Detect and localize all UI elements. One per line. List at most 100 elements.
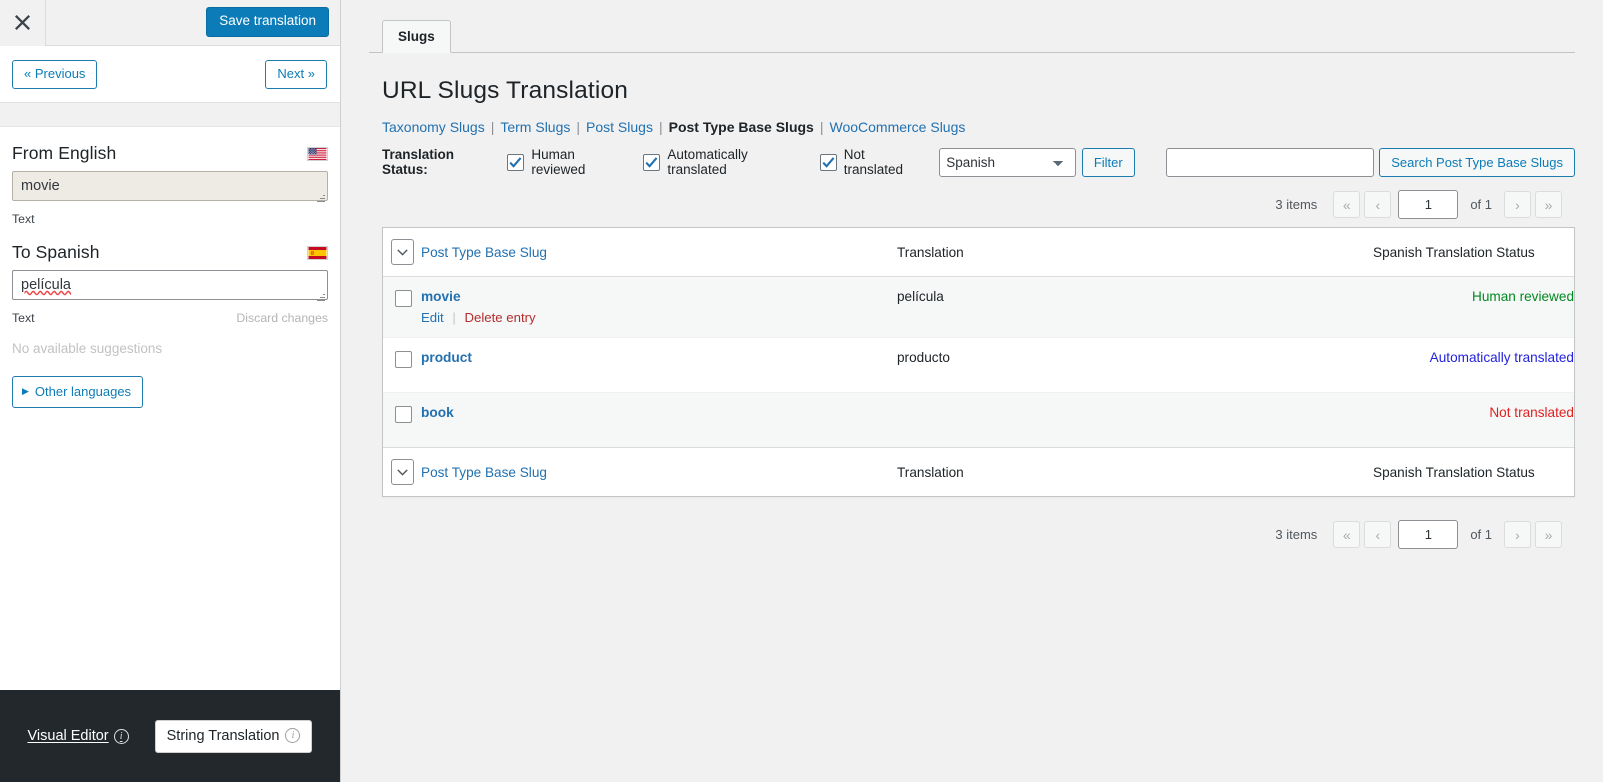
- source-meta-row: Text: [12, 212, 328, 226]
- save-translation-button[interactable]: Save translation: [206, 7, 329, 37]
- current-page-input[interactable]: [1398, 190, 1459, 219]
- info-circle-icon[interactable]: i: [285, 728, 301, 743]
- checkbox-not-translated[interactable]: Not translated: [819, 147, 924, 177]
- subnav-item-post-slugs[interactable]: Post Slugs: [586, 119, 653, 135]
- row-status-cell: Not translated: [1373, 392, 1574, 448]
- row-translation-cell: producto: [897, 337, 1373, 393]
- column-header-status: Spanish Translation Status: [1373, 228, 1574, 277]
- checkmark-icon[interactable]: [643, 153, 661, 171]
- target-type-label: Text: [12, 311, 35, 325]
- sidebar-nav: « Previous Next »: [0, 46, 340, 103]
- table-row: movie Edit | Delete entry película Human…: [383, 276, 1574, 338]
- es-flag-icon: [307, 245, 328, 260]
- table-footer-row: Post Type Base Slug Translation Spanish …: [383, 447, 1574, 496]
- translation-sidebar: Save translation « Previous Next » From …: [0, 0, 341, 782]
- subnav-separator: |: [819, 119, 824, 135]
- subnav-separator: |: [576, 119, 581, 135]
- visual-editor-label: Visual Editor: [27, 728, 109, 744]
- column-footer-translation: Translation: [897, 447, 1373, 496]
- checkmark-icon[interactable]: [819, 153, 837, 171]
- first-page-button[interactable]: «: [1333, 191, 1361, 218]
- search-post-type-base-slugs-button[interactable]: Search Post Type Base Slugs: [1379, 147, 1575, 177]
- previous-page-button[interactable]: ‹: [1364, 521, 1392, 548]
- row-select-cell: [383, 276, 421, 338]
- us-flag-icon: [307, 146, 328, 161]
- filter-button[interactable]: Filter: [1081, 147, 1135, 177]
- subnav-item-taxonomy-slugs[interactable]: Taxonomy Slugs: [382, 119, 485, 135]
- row-status-cell: Human reviewed: [1373, 276, 1574, 338]
- row-select-cell: [383, 392, 421, 448]
- no-suggestions-text: No available suggestions: [12, 341, 163, 356]
- sidebar-topbar: Save translation: [0, 0, 340, 46]
- string-translation-button[interactable]: String Translation i: [154, 719, 313, 753]
- visual-editor-link[interactable]: Visual Editor i: [28, 728, 129, 744]
- current-page-input[interactable]: [1398, 520, 1459, 549]
- delete-entry-link[interactable]: Delete entry: [465, 310, 536, 325]
- row-slug-cell: book: [421, 392, 897, 448]
- app-root: Save translation « Previous Next » From …: [0, 0, 1603, 782]
- row-slug-cell: product: [421, 337, 897, 393]
- discard-changes-link[interactable]: Discard changes: [236, 311, 328, 325]
- column-header-slug-link[interactable]: Post Type Base Slug: [421, 245, 547, 260]
- subnav-item-term-slugs[interactable]: Term Slugs: [500, 119, 570, 135]
- close-icon[interactable]: [0, 0, 46, 46]
- items-count-label: 3 items: [1275, 527, 1318, 542]
- row-select-cell: [383, 337, 421, 393]
- source-text-input[interactable]: [12, 171, 328, 201]
- chevron-down-icon[interactable]: [391, 459, 414, 485]
- row-status-cell: Automatically translated: [1373, 337, 1574, 393]
- source-type-label: Text: [12, 212, 35, 226]
- tab-slugs[interactable]: Slugs: [382, 20, 451, 53]
- page-title: URL Slugs Translation: [382, 77, 628, 104]
- other-languages-toggle[interactable]: ▶ Other languages: [12, 376, 144, 408]
- subnav-separator: |: [490, 119, 495, 135]
- target-text-input[interactable]: [12, 270, 328, 300]
- checkbox-not-translated-label: Not translated: [843, 147, 903, 177]
- column-footer-status: Spanish Translation Status: [1373, 447, 1574, 496]
- last-page-button[interactable]: »: [1535, 191, 1562, 218]
- target-language-header: To Spanish: [12, 226, 328, 270]
- slugs-table: Post Type Base Slug Translation Spanish …: [383, 228, 1574, 496]
- next-page-button[interactable]: ›: [1504, 521, 1531, 548]
- target-language-label: To Spanish: [12, 242, 100, 262]
- row-translation-cell: película: [897, 276, 1373, 338]
- row-slug-link[interactable]: product: [421, 350, 472, 365]
- target-text-wrapper: [12, 270, 328, 305]
- row-slug-link[interactable]: book: [421, 405, 454, 420]
- status-badge: Human reviewed: [1472, 289, 1574, 304]
- next-button[interactable]: Next »: [265, 60, 327, 90]
- subnav-separator: |: [658, 119, 663, 135]
- subnav-item-woocommerce-slugs[interactable]: WooCommerce Slugs: [829, 119, 965, 135]
- checkbox-human-reviewed[interactable]: Human reviewed: [507, 147, 627, 177]
- checkmark-icon[interactable]: [507, 153, 525, 171]
- items-count-label: 3 items: [1275, 197, 1318, 212]
- row-checkbox[interactable]: [395, 351, 412, 368]
- language-select[interactable]: Spanish: [939, 147, 1076, 177]
- column-header-slug: Post Type Base Slug: [421, 228, 897, 277]
- column-footer-status-label: Spanish Translation Status: [1373, 464, 1535, 480]
- previous-button[interactable]: « Previous: [12, 60, 98, 90]
- column-footer-slug: Post Type Base Slug: [421, 447, 897, 496]
- subnav-item-post-type-base-slugs-current: Post Type Base Slugs: [668, 119, 814, 135]
- string-translation-label: String Translation: [166, 727, 280, 744]
- search-input[interactable]: [1165, 147, 1375, 177]
- first-page-button[interactable]: «: [1333, 521, 1361, 548]
- column-footer-slug-link[interactable]: Post Type Base Slug: [421, 465, 547, 480]
- row-slug-cell: movie Edit | Delete entry: [421, 276, 897, 338]
- target-meta-row: Text Discard changes: [12, 311, 328, 325]
- source-text-wrapper: [12, 171, 328, 206]
- table-foot: Post Type Base Slug Translation Spanish …: [383, 447, 1574, 496]
- row-translation-cell: [897, 392, 1373, 448]
- edit-link[interactable]: Edit: [421, 310, 444, 325]
- last-page-button[interactable]: »: [1535, 521, 1562, 548]
- row-slug-link[interactable]: movie: [421, 289, 461, 304]
- checkbox-automatically-translated[interactable]: Automatically translated: [643, 147, 803, 177]
- previous-page-button[interactable]: ‹: [1364, 191, 1392, 218]
- next-page-button[interactable]: ›: [1504, 191, 1531, 218]
- chevron-down-icon[interactable]: [391, 239, 414, 265]
- row-checkbox[interactable]: [395, 406, 412, 423]
- row-checkbox[interactable]: [395, 290, 412, 307]
- source-language-header: From English: [12, 127, 328, 171]
- info-circle-icon[interactable]: i: [113, 728, 129, 744]
- pagination-top: 3 items « ‹ of 1 › »: [369, 190, 1575, 219]
